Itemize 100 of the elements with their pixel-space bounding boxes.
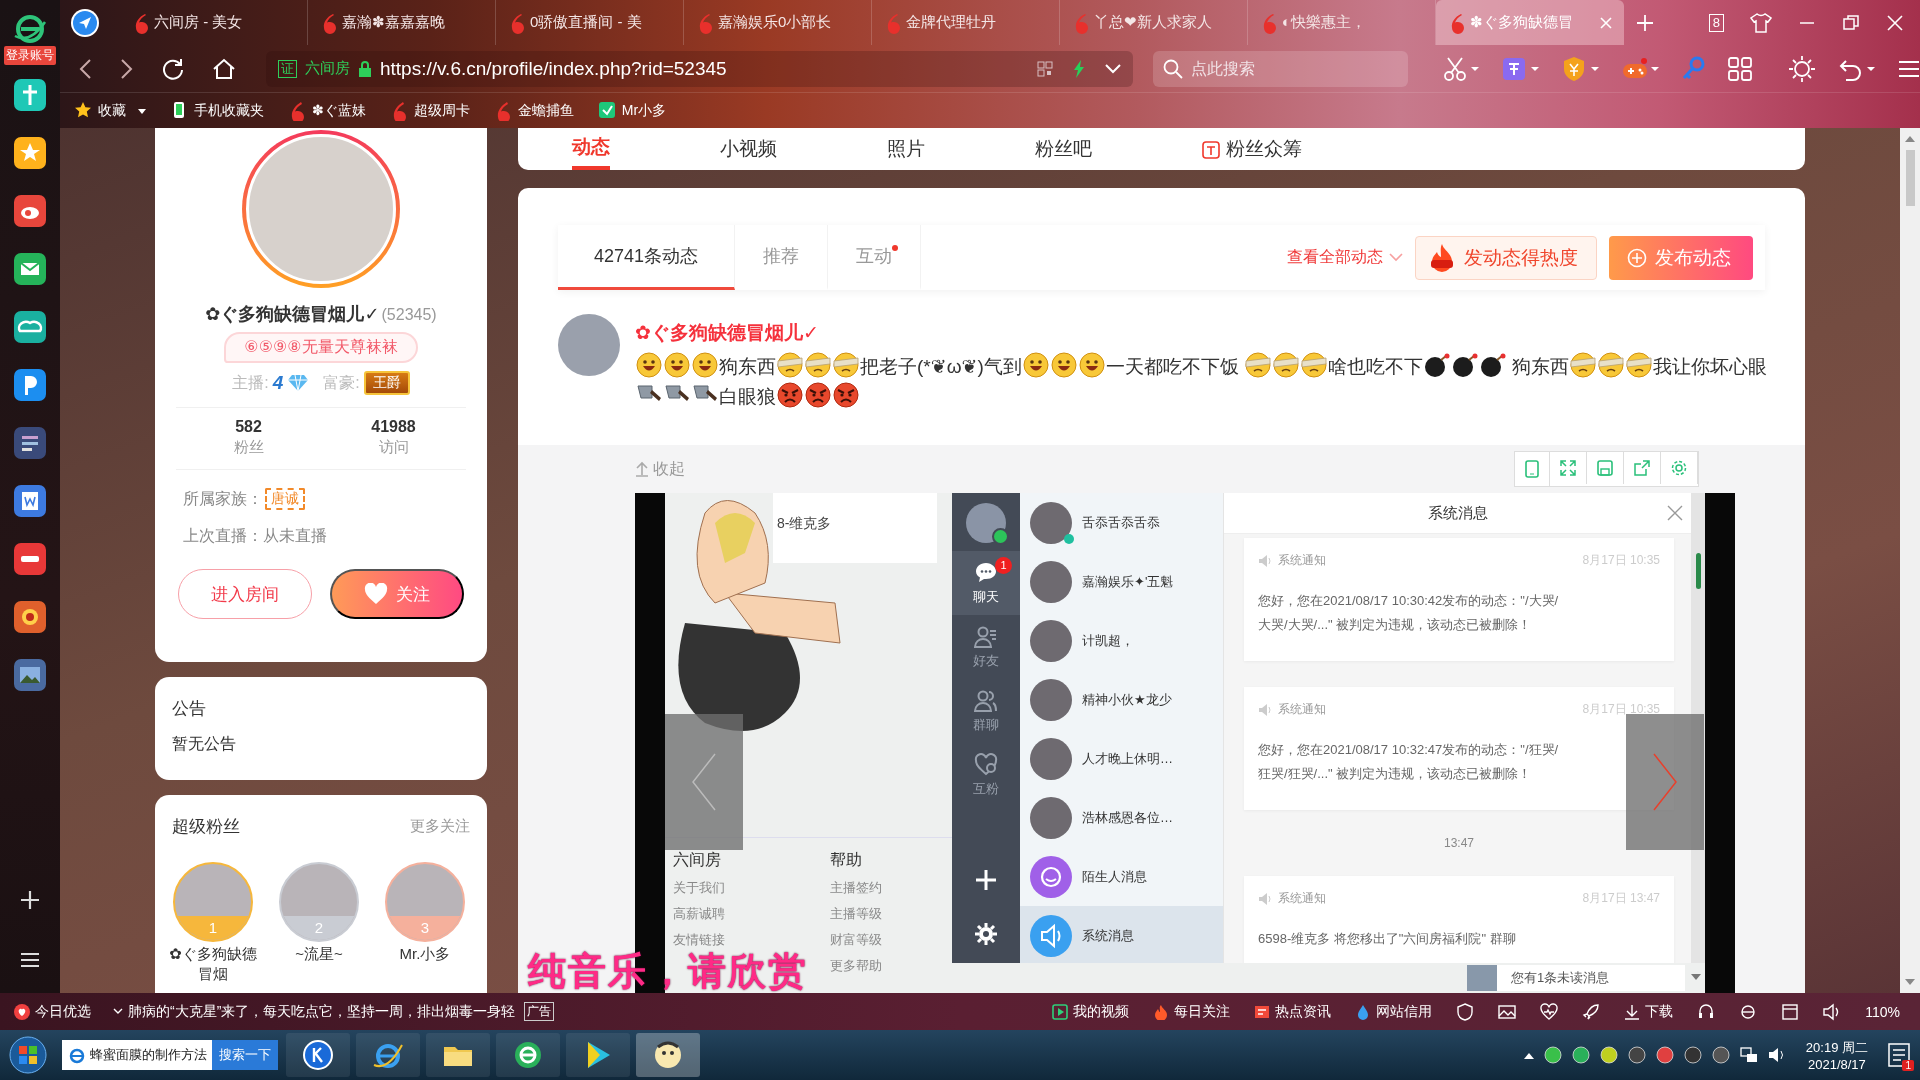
bookmark-link[interactable]: 金蟾捕鱼 <box>493 101 574 121</box>
browser-tab[interactable]: 金牌代理牡丹 <box>872 0 1060 45</box>
chat-nav-item[interactable]: 群聊 <box>952 679 1020 743</box>
profile-nav-tab[interactable]: 动态 <box>572 128 610 170</box>
app-icon[interactable] <box>14 427 46 459</box>
ie-icon[interactable] <box>1739 1002 1758 1021</box>
browser-tab[interactable]: 0骄傲直播间 - 美 <box>496 0 684 45</box>
taskbar-app-button[interactable] <box>636 1033 700 1077</box>
image-icon[interactable] <box>1498 1002 1517 1021</box>
tray-app-icon[interactable] <box>1711 1046 1730 1064</box>
feed-tab[interactable]: 42741条动态 <box>558 225 735 290</box>
bookmark-link[interactable]: 收藏 <box>74 101 146 121</box>
login-label[interactable]: 登录账号 <box>4 46 56 65</box>
window-icon[interactable] <box>1781 1002 1800 1021</box>
view-all-dropdown[interactable]: 查看全部动态 <box>1287 247 1403 268</box>
contact-item[interactable]: 计凯超， <box>1020 611 1223 670</box>
notification-center-button[interactable]: 1 <box>1888 1043 1910 1067</box>
bookmark-link[interactable]: Mr小多 <box>597 101 667 121</box>
headset-icon[interactable] <box>1697 1002 1716 1021</box>
enter-room-button[interactable]: 进入房间 <box>178 569 312 619</box>
app-icon[interactable] <box>14 79 46 111</box>
reload-icon[interactable] <box>162 57 184 80</box>
contact-item[interactable]: 舌忝舌忝舌忝 <box>1020 493 1223 552</box>
tray-app-icon[interactable] <box>1655 1046 1674 1064</box>
close-icon[interactable] <box>1667 505 1683 521</box>
app-icon[interactable] <box>14 485 46 517</box>
chat-nav-item[interactable]: 互粉 <box>952 743 1020 807</box>
restore-icon[interactable] <box>1842 13 1860 32</box>
my-avatar[interactable] <box>966 503 1006 543</box>
home-icon[interactable] <box>212 57 236 80</box>
grid-icon[interactable] <box>1728 56 1752 81</box>
app-icon[interactable] <box>14 601 46 633</box>
contact-item[interactable]: 浩林感恩各位… <box>1020 788 1223 847</box>
bookmark-link[interactable]: ✽ぐ蓝妹 <box>288 101 366 121</box>
unread-notice-bar[interactable]: 您有1条未读消息 <box>1467 965 1685 991</box>
tray-app-icon[interactable] <box>1543 1046 1562 1064</box>
taskbar-app-button[interactable] <box>286 1033 350 1077</box>
taskbar-app-button[interactable] <box>566 1033 630 1077</box>
status-link[interactable]: 网站信用 <box>1355 1002 1433 1021</box>
scroll-down-icon[interactable] <box>1905 979 1915 987</box>
app-icon[interactable] <box>14 311 46 343</box>
shield-icon[interactable] <box>1456 1002 1475 1021</box>
volume-icon[interactable] <box>1767 1046 1786 1064</box>
contact-item[interactable]: 系统消息 <box>1020 906 1223 963</box>
forward-icon[interactable] <box>120 57 134 80</box>
app-icon[interactable] <box>14 195 46 227</box>
scroll-up-icon[interactable] <box>1905 134 1915 142</box>
tab-count[interactable]: 8 <box>1708 13 1724 32</box>
profile-nav-tab[interactable]: 照片 <box>887 128 925 170</box>
app-icon[interactable] <box>14 543 46 575</box>
tray-app-icon[interactable] <box>1683 1046 1702 1064</box>
list-icon[interactable] <box>20 951 40 969</box>
browser-tab[interactable]: 丫总❤新人求家人 <box>1060 0 1248 45</box>
bookmark-link[interactable]: 超级周卡 <box>389 101 470 121</box>
add-icon[interactable] <box>19 889 41 911</box>
app-icon[interactable] <box>14 659 46 691</box>
contact-item[interactable]: 陌生人消息 <box>1020 847 1223 906</box>
news-ticker-text[interactable]: 肺病的“大克星”来了，每天吃点它，坚持一周，排出烟毒一身轻 <box>128 1002 516 1021</box>
zoom-level[interactable]: 110% <box>1865 1003 1900 1020</box>
app-icon[interactable] <box>14 137 46 169</box>
brightness-icon[interactable] <box>1788 54 1816 83</box>
new-tab-icon[interactable] <box>1636 13 1654 32</box>
tray-app-icon[interactable] <box>1571 1046 1590 1064</box>
contact-item[interactable]: 人才晚上休明… <box>1020 729 1223 788</box>
back-icon[interactable] <box>78 57 92 80</box>
app-icon[interactable] <box>14 369 46 401</box>
network-icon[interactable] <box>1739 1046 1758 1064</box>
app-icon[interactable] <box>14 253 46 285</box>
url-field[interactable]: https://v.6.cn/profile/index.php?rid=52345 <box>380 57 940 80</box>
tray-app-icon[interactable] <box>1599 1046 1618 1064</box>
profile-nav-tab[interactable]: 粉丝众筹 <box>1202 128 1302 170</box>
bookmark-link[interactable]: 手机收藏夹 <box>170 101 264 121</box>
lightning-icon[interactable] <box>1073 59 1085 78</box>
address-bar[interactable]: 证 六间房 https://v.6.cn/profile/index.php?rid=52345 <box>266 50 1133 87</box>
daily-picks-link[interactable]: 今日优选 <box>14 1002 91 1021</box>
profile-nav-tab[interactable]: 粉丝吧 <box>1035 128 1092 170</box>
chevron-down-icon[interactable] <box>1105 63 1121 74</box>
taskbar-search-field[interactable]: 蜂蜜面膜的制作方法 <box>62 1040 212 1070</box>
hot-post-button[interactable]: 发动态得热度 <box>1415 235 1597 280</box>
chat-nav-item[interactable]: 好友 <box>952 615 1020 679</box>
qr-code-icon[interactable] <box>1037 60 1053 77</box>
taskbar-app-button[interactable] <box>426 1033 490 1077</box>
scissors-icon[interactable] <box>1442 55 1480 82</box>
contact-item[interactable]: 嘉瀚娱乐✦'五魁 <box>1020 552 1223 611</box>
shirt-icon[interactable] <box>1750 12 1772 33</box>
start-button-icon[interactable] <box>8 1035 48 1075</box>
browser-logo-icon[interactable] <box>13 14 47 44</box>
menu-icon[interactable] <box>1898 58 1920 79</box>
status-link[interactable]: 我的视频 <box>1052 1002 1130 1021</box>
compass-icon[interactable] <box>70 7 100 38</box>
heartbeat-icon[interactable] <box>1540 1002 1559 1021</box>
profile-nav-tab[interactable]: 小视频 <box>720 128 777 170</box>
rocket-icon[interactable] <box>1582 1002 1601 1021</box>
tray-expand-icon[interactable] <box>1523 1051 1534 1059</box>
taskbar-app-button[interactable] <box>356 1033 420 1077</box>
search-button[interactable]: 搜索一下 <box>212 1040 278 1070</box>
scroll-thumb[interactable] <box>1905 150 1915 206</box>
post-author[interactable]: ✿ぐ多狗缺德冒烟儿✓ <box>635 320 1775 346</box>
contact-item[interactable]: 精神小伙★龙少 <box>1020 670 1223 729</box>
taskbar-app-button[interactable] <box>496 1033 560 1077</box>
